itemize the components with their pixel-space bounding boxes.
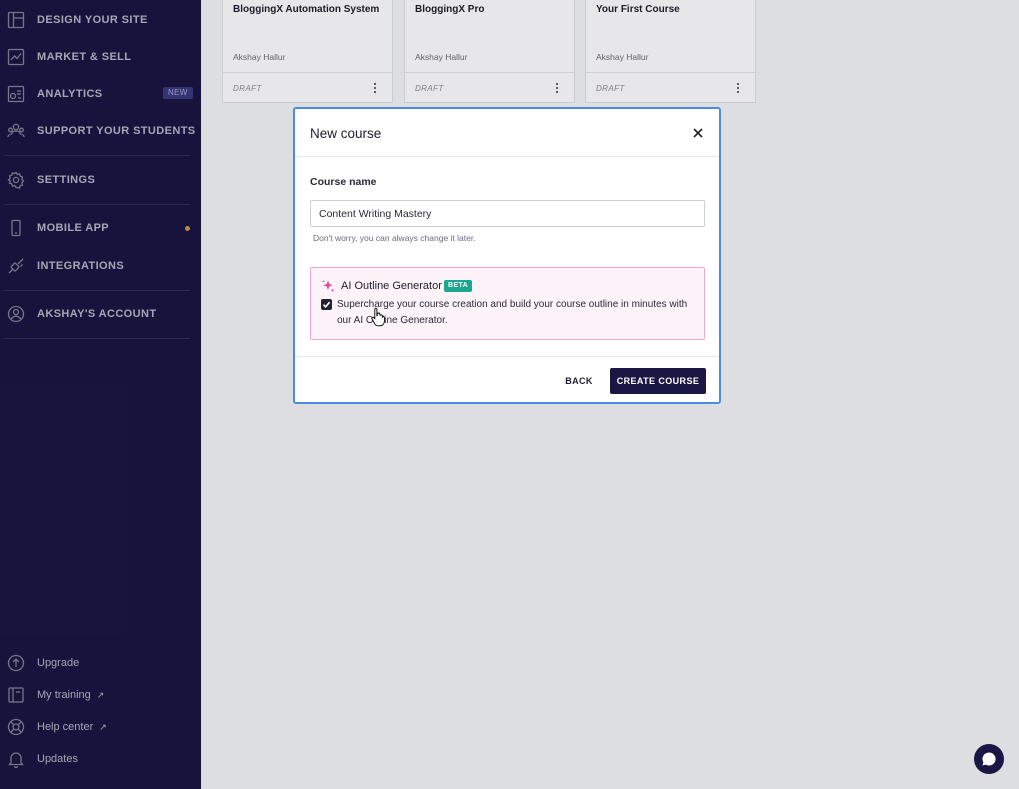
close-button[interactable] xyxy=(691,126,705,140)
ai-generator-title: AI Outline Generator xyxy=(341,280,442,292)
sidebar: DESIGN YOUR SITE MARKET & SELL ANALYTICS… xyxy=(0,0,201,789)
course-name-hint: Don't worry, you can always change it la… xyxy=(313,233,476,243)
ai-generator-description: Supercharge your course creation and bui… xyxy=(337,299,688,326)
close-icon xyxy=(693,128,703,138)
modal-header: New course xyxy=(295,109,719,157)
ai-outline-checkbox[interactable] xyxy=(321,299,332,310)
course-name-label: Course name xyxy=(310,176,377,188)
course-name-input[interactable] xyxy=(310,200,705,227)
modal-title: New course xyxy=(310,126,382,141)
beta-badge: BETA xyxy=(444,280,473,292)
hand-cursor-icon xyxy=(371,307,385,327)
back-button[interactable]: BACK xyxy=(559,368,599,394)
new-course-modal: New course Course name Don't worry, you … xyxy=(293,107,721,404)
create-course-button[interactable]: CREATE COURSE xyxy=(610,368,706,394)
chat-launcher-button[interactable] xyxy=(974,744,1004,774)
sparkle-icon xyxy=(321,279,335,293)
modal-footer-divider xyxy=(295,356,719,357)
sidebar-dim-overlay xyxy=(0,0,201,789)
chat-bubble-icon xyxy=(982,752,996,766)
checkmark-icon xyxy=(322,301,331,308)
ai-outline-generator-panel: AI Outline Generator BETA Supercharge yo… xyxy=(310,267,705,340)
